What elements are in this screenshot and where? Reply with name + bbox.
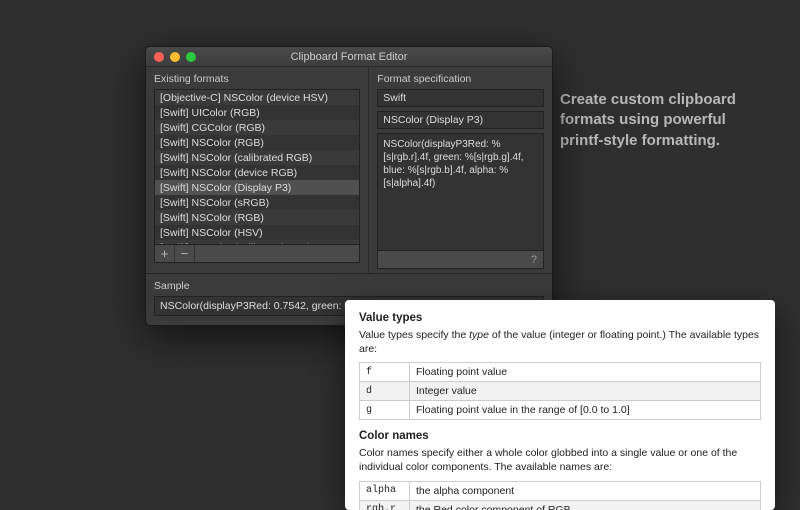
format-name-field[interactable]: NSColor (Display P3) xyxy=(377,111,544,129)
close-icon[interactable] xyxy=(154,52,164,62)
table-row: gFloating point value in the range of [0… xyxy=(360,401,761,420)
table-row: fFloating point value xyxy=(360,363,761,382)
format-spec-label: Format specification xyxy=(377,73,544,85)
add-format-button[interactable]: + xyxy=(155,245,175,262)
help-icon[interactable]: ? xyxy=(525,254,543,266)
table-row: dInteger value xyxy=(360,382,761,401)
sample-label: Sample xyxy=(154,280,544,292)
color-names-intro: Color names specify either a whole color… xyxy=(359,447,761,474)
color-names-table: alphathe alpha componentrgb.rthe Red col… xyxy=(359,481,761,510)
editor-window: Clipboard Format Editor Existing formats… xyxy=(145,46,553,326)
format-list-item[interactable]: [Swift] NSColor (device RGB) xyxy=(155,165,359,180)
format-list-item[interactable]: [Swift] NSColor (RGB) xyxy=(155,135,359,150)
format-list-item[interactable]: [Swift] CGColor (RGB) xyxy=(155,120,359,135)
language-field[interactable]: Swift xyxy=(377,89,544,107)
format-list-item[interactable]: [Objective-C] NSColor (device HSV) xyxy=(155,90,359,105)
table-row: alphathe alpha component xyxy=(360,481,761,500)
window-title: Clipboard Format Editor xyxy=(146,51,552,63)
format-list-item[interactable]: [Swift] NSColor (RGB) xyxy=(155,210,359,225)
format-list-item[interactable]: [Swift] NSColor (calibrated RGB) xyxy=(155,150,359,165)
format-spec-textarea[interactable]: NSColor(displayP3Red: %[s|rgb.r].4f, gre… xyxy=(377,133,544,251)
color-names-heading: Color names xyxy=(359,430,761,442)
marketing-blurb: Create custom clipboard formats using po… xyxy=(560,90,760,151)
remove-format-button[interactable]: − xyxy=(175,245,195,262)
format-list-item[interactable]: [Swift] NSColor (HSV) xyxy=(155,225,359,240)
zoom-icon[interactable] xyxy=(186,52,196,62)
minimize-icon[interactable] xyxy=(170,52,180,62)
existing-formats-label: Existing formats xyxy=(154,73,360,85)
value-types-heading: Value types xyxy=(359,312,761,324)
value-types-table: fFloating point valuedInteger valuegFloa… xyxy=(359,362,761,420)
help-popup: Value types Value types specify the type… xyxy=(345,300,775,510)
titlebar[interactable]: Clipboard Format Editor xyxy=(146,47,552,67)
format-list-item[interactable]: [Swift] NSColor (sRGB) xyxy=(155,195,359,210)
existing-formats-list[interactable]: [Objective-C] NSColor (device HSV)[Swift… xyxy=(154,89,360,245)
table-row: rgb.rthe Red color component of RGB xyxy=(360,500,761,510)
format-list-item[interactable]: [Swift] UIColor (RGB) xyxy=(155,105,359,120)
format-list-item[interactable]: [Swift] NSColor (Display P3) xyxy=(155,180,359,195)
value-types-intro: Value types specify the type of the valu… xyxy=(359,329,761,356)
